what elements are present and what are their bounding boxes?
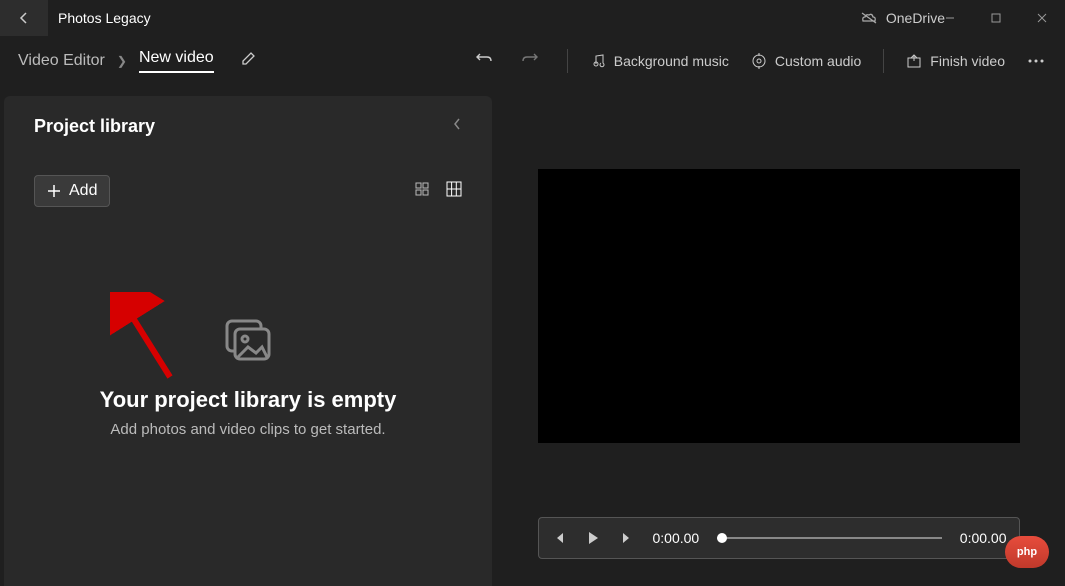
back-button[interactable] xyxy=(0,0,48,36)
step-back-icon xyxy=(551,530,567,546)
custom-audio-label: Custom audio xyxy=(775,53,861,69)
panel-header: Project library xyxy=(34,116,462,137)
current-time: 0:00.00 xyxy=(653,530,700,546)
toolbar-actions: Background music Custom audio Finish vid… xyxy=(475,49,1065,73)
play-button[interactable] xyxy=(585,530,601,546)
library-toolbar: Add xyxy=(34,175,462,207)
minimize-icon xyxy=(945,13,955,23)
app-title: Photos Legacy xyxy=(58,10,151,26)
more-button[interactable] xyxy=(1027,53,1045,69)
total-time: 0:00.00 xyxy=(960,530,1007,546)
undo-icon xyxy=(475,50,493,68)
empty-subtitle: Add photos and video clips to get starte… xyxy=(34,421,462,438)
playback-bar: 0:00.00 0:00.00 xyxy=(538,517,1020,559)
cloud-off-icon xyxy=(860,11,878,25)
arrow-left-icon xyxy=(16,10,32,26)
custom-audio-button[interactable]: Custom audio xyxy=(751,53,861,69)
prev-frame-button[interactable] xyxy=(551,530,567,546)
next-frame-button[interactable] xyxy=(619,530,635,546)
window-controls xyxy=(927,0,1065,36)
pencil-icon xyxy=(240,51,256,67)
watermark-text: php xyxy=(1017,546,1037,558)
toolbar-divider xyxy=(883,49,884,73)
maximize-icon xyxy=(991,13,1001,23)
video-preview[interactable] xyxy=(538,169,1020,443)
empty-state-icon xyxy=(34,317,462,367)
timeline-handle[interactable] xyxy=(717,533,727,543)
grid-large-icon xyxy=(446,181,462,197)
finish-video-label: Finish video xyxy=(930,53,1005,69)
redo-icon xyxy=(521,50,539,68)
add-button[interactable]: Add xyxy=(34,175,110,207)
background-music-label: Background music xyxy=(614,53,729,69)
grid-small-button[interactable] xyxy=(414,181,430,202)
play-icon xyxy=(585,530,601,546)
breadcrumb: Video Editor ❯ New video xyxy=(18,49,256,73)
export-icon xyxy=(906,53,922,69)
empty-title: Your project library is empty xyxy=(34,387,462,413)
plus-icon xyxy=(47,184,61,198)
more-icon xyxy=(1027,53,1045,69)
breadcrumb-root[interactable]: Video Editor xyxy=(18,52,105,70)
breadcrumb-current: New video xyxy=(139,49,214,73)
title-bar: Photos Legacy OneDrive xyxy=(0,0,1065,36)
chevron-left-icon xyxy=(452,117,462,131)
images-icon xyxy=(220,317,276,367)
chevron-right-icon: ❯ xyxy=(117,54,127,68)
music-icon xyxy=(590,53,606,69)
empty-state: Your project library is empty Add photos… xyxy=(34,317,462,438)
finish-video-button[interactable]: Finish video xyxy=(906,53,1005,69)
undo-button[interactable] xyxy=(475,50,493,73)
toolbar-divider xyxy=(567,49,568,73)
preview-panel: 0:00.00 0:00.00 php xyxy=(492,86,1065,586)
grid-small-icon xyxy=(414,181,430,197)
watermark-badge: php xyxy=(1005,536,1049,568)
minimize-button[interactable] xyxy=(927,0,973,36)
project-library-panel: Project library Add xyxy=(4,96,492,586)
add-label: Add xyxy=(69,182,97,200)
audio-settings-icon xyxy=(751,53,767,69)
step-forward-icon xyxy=(619,530,635,546)
redo-button[interactable] xyxy=(521,50,539,73)
close-icon xyxy=(1037,13,1047,23)
view-toggles xyxy=(414,181,462,202)
maximize-button[interactable] xyxy=(973,0,1019,36)
undo-redo-group xyxy=(475,50,539,73)
panel-title: Project library xyxy=(34,116,155,137)
timeline-slider[interactable] xyxy=(717,537,942,539)
close-button[interactable] xyxy=(1019,0,1065,36)
background-music-button[interactable]: Background music xyxy=(590,53,729,69)
grid-large-button[interactable] xyxy=(446,181,462,202)
toolbar-row: Video Editor ❯ New video Background musi… xyxy=(0,36,1065,86)
edit-title-button[interactable] xyxy=(240,51,256,72)
main-content: Project library Add xyxy=(0,86,1065,586)
collapse-button[interactable] xyxy=(452,117,462,136)
